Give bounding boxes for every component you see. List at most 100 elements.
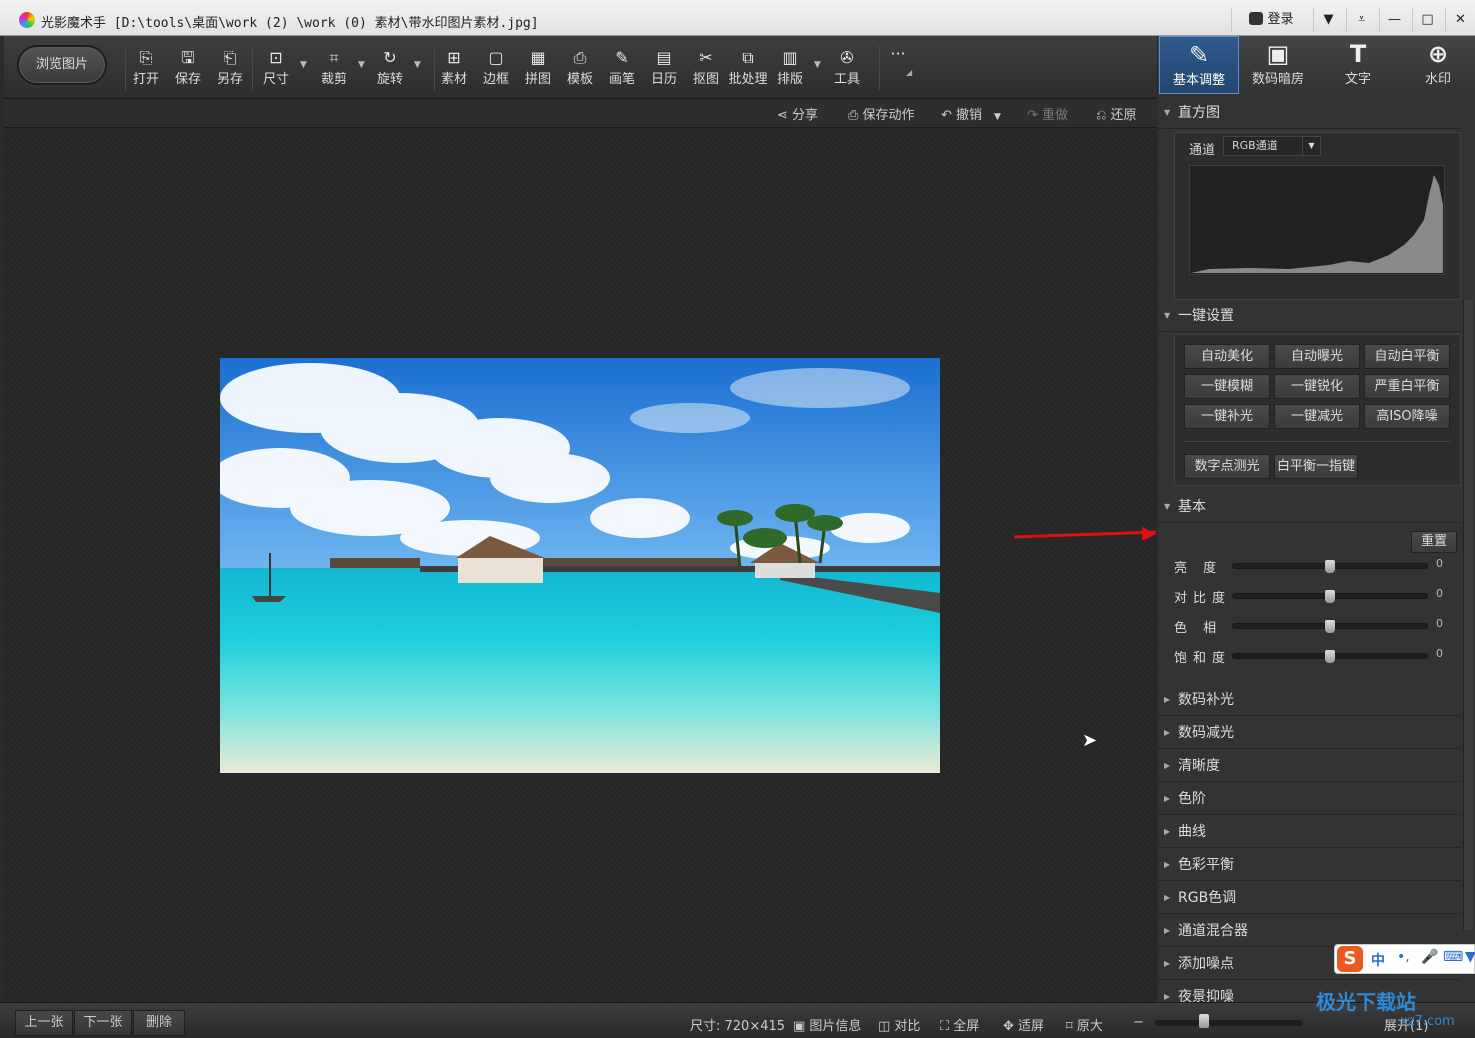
tool-resize-button[interactable]: ⊡ 尺寸 xyxy=(256,48,296,87)
auto-white-balance-button[interactable]: 自动白平衡 xyxy=(1364,344,1450,369)
ime-toolbar[interactable]: S 中 •, 🎤 ⌨ ▼ xyxy=(1334,944,1475,974)
fill-light-button[interactable]: 一键补光 xyxy=(1184,404,1270,429)
more-tools-button[interactable]: ··· ◢ xyxy=(878,44,918,77)
slider-knob[interactable] xyxy=(1325,650,1335,663)
severe-white-balance-button[interactable]: 严重白平衡 xyxy=(1364,374,1450,399)
login-button[interactable]: 登录 xyxy=(1231,8,1311,32)
share-button[interactable]: ⋖ 分享 xyxy=(777,104,818,123)
high-iso-denoise-button[interactable]: 高ISO降噪 xyxy=(1364,404,1450,429)
contrast-slider[interactable]: 对比度 0 xyxy=(1174,587,1454,606)
brightness-slider[interactable]: 亮 度0 xyxy=(1174,557,1454,576)
shirt-icon[interactable]: ▼ xyxy=(1465,949,1475,965)
undo-dropdown-icon[interactable]: ▼ xyxy=(994,112,1001,122)
close-button[interactable]: ✕ xyxy=(1445,8,1475,32)
tool-open-button[interactable]: ⎘ 打开 xyxy=(126,48,166,87)
saturation-slider[interactable]: 饱和度 0 xyxy=(1174,647,1454,666)
histogram-header[interactable]: ▼ 直方图 xyxy=(1158,97,1461,129)
channel-label: 通道 xyxy=(1189,143,1216,158)
browse-images-button[interactable]: 浏览图片 xyxy=(17,45,107,85)
close-icon: ✕ xyxy=(1455,12,1466,27)
dropdown-caret-icon[interactable]: ▼ xyxy=(358,60,365,70)
fit-screen-button[interactable]: ✥ 适屏 xyxy=(1003,1015,1044,1034)
section-header[interactable]: ▶ 通道混合器 xyxy=(1158,915,1461,947)
collapse-arrow-icon: ▶ xyxy=(1164,761,1171,770)
minimize-icon: — xyxy=(1388,12,1401,27)
zoom-out-button[interactable]: − xyxy=(1133,1015,1144,1030)
tool-rotate-button[interactable]: ↻ 旋转 xyxy=(370,48,410,87)
save-action-button[interactable]: ⎙ 保存动作 xyxy=(848,104,915,123)
main-toolbar: 浏览图片 ⎘ 打开 🖫 保存 ⎗ 另存 ⊡ 尺寸 ⌗ 裁剪 ↻ 旋转 ⊞ 素材 ▢ 边框 ▦ 拼图 ⎙ 模板 ✎ 画笔 ▤ 日… xyxy=(4,36,1157,99)
section-header[interactable]: ▶ 色阶 xyxy=(1158,783,1461,815)
punctuation-icon[interactable]: •, xyxy=(1397,949,1410,965)
rotate-icon: ↻ xyxy=(383,48,397,67)
reduce-light-button[interactable]: 一键减光 xyxy=(1274,404,1360,429)
ime-mode[interactable]: 中 xyxy=(1371,950,1385,970)
status-bar: 上一张 下一张 删除 尺寸: 720×415 ▣ 图片信息 ◫ 对比 ⛶ 全屏 … xyxy=(0,1002,1475,1038)
auto-exposure-button[interactable]: 自动曝光 xyxy=(1274,344,1360,369)
hue-slider[interactable]: 色 相0 xyxy=(1174,617,1454,636)
microphone-icon[interactable]: 🎤 xyxy=(1421,949,1438,965)
image-canvas[interactable]: ➤ xyxy=(4,129,1157,1002)
basic-header[interactable]: ▼ 基本 xyxy=(1158,491,1461,523)
tool-cutout-button[interactable]: ✂ 抠图 xyxy=(686,48,726,87)
channel-select[interactable]: RGB通道 ▼ xyxy=(1223,136,1321,156)
tool-border-button[interactable]: ▢ 边框 xyxy=(476,48,516,87)
tool-save-button[interactable]: 🖫 保存 xyxy=(168,48,208,87)
tool-calendar-button[interactable]: ▤ 日历 xyxy=(644,48,684,87)
expand-arrow-icon: ▼ xyxy=(1164,502,1171,511)
dropdown-caret-icon[interactable]: ▼ xyxy=(814,60,821,70)
tab-watermark[interactable]: ⊕ 水印 xyxy=(1398,36,1475,94)
tool-collage-button[interactable]: ▦ 拼图 xyxy=(518,48,558,87)
one-click-blur-button[interactable]: 一键模糊 xyxy=(1184,374,1270,399)
original-size-button[interactable]: ⌑ 原大 xyxy=(1066,1015,1103,1034)
divider xyxy=(1184,441,1450,442)
zoom-knob[interactable] xyxy=(1199,1014,1209,1028)
tool-crop-button[interactable]: ⌗ 裁剪 xyxy=(314,48,354,87)
reset-button[interactable]: 重置 xyxy=(1411,531,1457,553)
keyboard-icon[interactable]: ⌨ xyxy=(1443,949,1463,965)
skin-button[interactable]: ▼ xyxy=(1313,8,1343,32)
tool-batch-button[interactable]: ⧉ 批处理 xyxy=(728,48,768,87)
zoom-slider[interactable] xyxy=(1155,1020,1303,1026)
tools-icon: ✇ xyxy=(840,48,854,67)
dropdown-caret-icon[interactable]: ▼ xyxy=(300,60,307,70)
spot-metering-button[interactable]: 数字点测光 xyxy=(1184,454,1270,479)
tab-darkroom[interactable]: ▣ 数码暗房 xyxy=(1238,36,1318,94)
tab-basic-adjust[interactable]: ✎ 基本调整 xyxy=(1159,36,1239,94)
undo-button[interactable]: ↶ 撤销 ▼ xyxy=(941,104,1001,123)
section-header[interactable]: ▶ 曲线 xyxy=(1158,816,1461,848)
slider-knob[interactable] xyxy=(1325,620,1335,633)
tool-material-button[interactable]: ⊞ 素材 xyxy=(434,48,474,87)
redo-button[interactable]: ↷ 重做 xyxy=(1027,104,1068,123)
tool-template-button[interactable]: ⎙ 模板 xyxy=(560,48,600,87)
section-header[interactable]: ▶ 数码补光 xyxy=(1158,684,1461,716)
section-header[interactable]: ▶ 数码减光 xyxy=(1158,717,1461,749)
fullscreen-button[interactable]: ⛶ 全屏 xyxy=(940,1015,979,1034)
slider-knob[interactable] xyxy=(1325,560,1335,573)
tool-save-as-button[interactable]: ⎗ 另存 xyxy=(210,48,250,87)
next-button[interactable]: 下一张 xyxy=(74,1010,132,1036)
panel-scrollbar[interactable] xyxy=(1463,300,1473,930)
slider-knob[interactable] xyxy=(1325,590,1335,603)
tool-tools-button[interactable]: ✇ 工具 xyxy=(827,48,867,87)
section-header[interactable]: ▶ 清晰度 xyxy=(1158,750,1461,782)
dropdown-caret-icon[interactable]: ▼ xyxy=(414,60,421,70)
oneclick-header[interactable]: ▼ 一键设置 xyxy=(1158,300,1461,332)
menu-dropdown-button[interactable]: ⩡ xyxy=(1346,8,1376,32)
collapse-arrow-icon: ▶ xyxy=(1164,926,1171,935)
tab-text[interactable]: T 文字 xyxy=(1318,36,1398,94)
one-click-sharpen-button[interactable]: 一键锐化 xyxy=(1274,374,1360,399)
prev-button[interactable]: 上一张 xyxy=(15,1010,73,1036)
restore-button[interactable]: ⎌ 还原 xyxy=(1096,104,1137,123)
compare-button[interactable]: ◫ 对比 xyxy=(878,1015,920,1034)
delete-button[interactable]: 删除 xyxy=(133,1010,185,1036)
image-info-button[interactable]: ▣ 图片信息 xyxy=(793,1015,861,1034)
maximize-button[interactable]: □ xyxy=(1412,8,1442,32)
tool-brush-button[interactable]: ✎ 画笔 xyxy=(602,48,642,87)
tool-layout-button[interactable]: ▥ 排版 xyxy=(770,48,810,87)
auto-beautify-button[interactable]: 自动美化 xyxy=(1184,344,1270,369)
section-header[interactable]: ▶ 色彩平衡 xyxy=(1158,849,1461,881)
white-balance-finger-button[interactable]: 白平衡一指键 xyxy=(1274,454,1358,479)
section-header[interactable]: ▶ RGB色调 xyxy=(1158,882,1461,914)
minimize-button[interactable]: — xyxy=(1379,8,1409,32)
